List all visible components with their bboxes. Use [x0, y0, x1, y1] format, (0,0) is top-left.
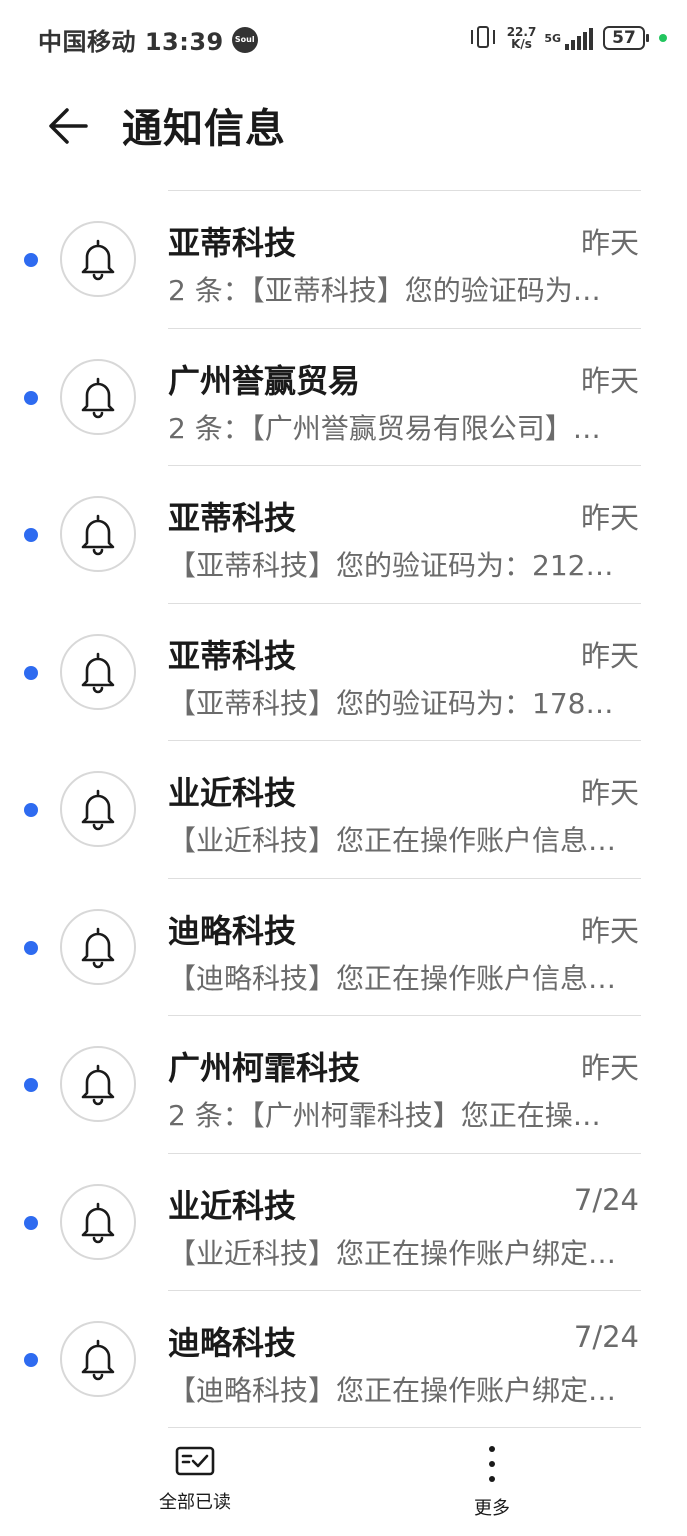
notification-item[interactable]: 广州誉赢贸易 昨天 2 条：【广州誉赢贸易有限公司】… — [0, 327, 687, 466]
row-divider — [168, 1152, 641, 1154]
sender-name: 业近科技 — [168, 774, 297, 812]
row-divider — [168, 465, 641, 466]
message-time: 7/24 — [573, 1320, 639, 1354]
message-preview: 【迪略科技】您正在操作账户信息… — [168, 961, 617, 995]
sender-name: 亚蒂科技 — [168, 499, 297, 537]
notification-item[interactable]: 业近科技 7/24 【业近科技】您正在操作账户绑定… — [0, 1152, 687, 1291]
sender-name: 迪略科技 — [168, 1324, 297, 1362]
bell-icon — [81, 1339, 115, 1381]
sender-name: 亚蒂科技 — [168, 636, 297, 675]
notification-item[interactable]: 亚蒂科技 昨天 2 条：【亚蒂科技】您的验证码为… — [0, 190, 687, 328]
message-preview: 【业近科技】您正在操作账户信息… — [168, 824, 617, 857]
privacy-indicator-dot — [659, 34, 667, 42]
status-bar: 中国移动 13:39 Soul 22.7 K/s 5G 57 — [0, 0, 687, 80]
status-left: 中国移动 13:39 Soul — [38, 22, 258, 57]
bell-icon — [81, 1202, 115, 1243]
status-right: 22.7 K/s 5G 57 — [469, 24, 667, 52]
message-time: 昨天 — [580, 501, 639, 535]
notification-list: 亚蒂科技 昨天 2 条：【亚蒂科技】您的验证码为… 广州誉赢贸易 昨天 2 条：【广州誉赢… — [0, 190, 687, 1428]
back-button[interactable] — [46, 104, 92, 148]
vibrate-icon — [469, 24, 499, 52]
bell-icon — [81, 377, 115, 418]
network-speed: 22.7 K/s — [506, 25, 537, 51]
message-preview: 【亚蒂科技】您的验证码为：212… — [168, 549, 614, 582]
soul-app-icon: Soul — [231, 26, 258, 53]
sender-avatar — [60, 771, 136, 847]
sender-avatar — [60, 1183, 136, 1260]
more-button[interactable]: 更多 — [432, 1444, 552, 1520]
message-time: 昨天 — [580, 776, 639, 810]
message-time: 昨天 — [580, 913, 639, 948]
row-divider — [168, 740, 641, 741]
message-time: 昨天 — [580, 638, 639, 673]
unread-dot — [24, 803, 38, 817]
sender-avatar — [60, 908, 136, 985]
notification-item[interactable]: 亚蒂科技 昨天【亚蒂科技】您的验证码为：178… — [0, 602, 687, 741]
bell-icon — [81, 927, 115, 968]
message-time: 昨天 — [580, 226, 639, 260]
unread-dot — [24, 253, 38, 267]
unread-dot — [24, 1078, 38, 1092]
sender-avatar — [60, 1321, 136, 1397]
notification-item[interactable]: 亚蒂科技 昨天【亚蒂科技】您的验证码为：212… — [0, 465, 687, 603]
sender-avatar — [60, 633, 136, 710]
sender-name: 广州誉赢贸易 — [168, 361, 361, 400]
mark-all-read-label: 全部已读 — [159, 1492, 231, 1513]
notification-item[interactable]: 迪略科技 7/24 【迪略科技】您正在操作账户绑定… — [0, 1290, 687, 1428]
bell-icon — [81, 1064, 115, 1106]
row-divider — [168, 327, 641, 329]
message-time: 昨天 — [580, 363, 639, 398]
unread-dot — [24, 940, 38, 955]
message-preview: 【业近科技】您正在操作账户绑定… — [168, 1236, 617, 1270]
message-preview: 2 条：【亚蒂科技】您的验证码为… — [168, 274, 601, 307]
signal-icon — [563, 26, 593, 50]
page-title: 通知信息 — [122, 106, 286, 152]
sender-name: 广州柯霏科技 — [168, 1049, 361, 1087]
notification-item[interactable]: 广州柯霏科技 昨天 2 条：【广州柯霏科技】您正在操… — [0, 1015, 687, 1153]
app-header: 通知信息 — [0, 86, 687, 166]
network-type: 5G — [544, 31, 561, 45]
list-divider — [168, 1427, 641, 1428]
message-preview: 2 条：【广州柯霏科技】您正在操… — [168, 1099, 601, 1132]
mark-all-read-button[interactable]: 全部已读 — [135, 1444, 255, 1514]
sender-avatar — [60, 221, 136, 297]
unread-dot — [24, 528, 38, 542]
carrier-time: 中国移动 13:39 — [38, 28, 224, 56]
mark-read-icon — [175, 1446, 215, 1476]
row-divider — [168, 190, 641, 191]
bell-icon — [81, 514, 115, 556]
unread-dot — [24, 665, 38, 680]
message-time: 昨天 — [580, 1051, 639, 1085]
sender-name: 亚蒂科技 — [168, 224, 297, 262]
more-vertical-icon — [489, 1446, 495, 1482]
message-time: 7/24 — [573, 1182, 639, 1217]
bell-icon — [81, 789, 115, 831]
sender-name: 迪略科技 — [168, 911, 297, 950]
row-divider — [168, 1290, 641, 1291]
row-divider — [168, 877, 641, 879]
battery-level: 57 — [612, 28, 636, 48]
notification-item[interactable]: 迪略科技 昨天【迪略科技】您正在操作账户信息… — [0, 877, 687, 1016]
message-preview: 2 条：【广州誉赢贸易有限公司】… — [168, 411, 601, 445]
battery-icon: 57 — [603, 26, 649, 50]
unread-dot — [24, 1353, 38, 1367]
more-label: 更多 — [474, 1498, 510, 1519]
sender-avatar — [60, 358, 136, 435]
message-preview: 【亚蒂科技】您的验证码为：178… — [168, 686, 614, 720]
unread-dot — [24, 1215, 38, 1230]
sender-name: 业近科技 — [168, 1186, 297, 1225]
arrow-left-icon — [49, 108, 88, 144]
row-divider — [168, 1015, 641, 1016]
unread-dot — [24, 390, 38, 405]
message-preview: 【迪略科技】您正在操作账户绑定… — [168, 1374, 617, 1407]
sender-avatar — [60, 1046, 136, 1122]
notification-item[interactable]: 业近科技 昨天【业近科技】您正在操作账户信息… — [0, 740, 687, 878]
bell-icon — [81, 239, 115, 281]
bottom-toolbar: 全部已读 更多 — [0, 1432, 687, 1536]
sender-avatar — [60, 496, 136, 572]
bell-icon — [81, 652, 115, 693]
row-divider — [168, 602, 641, 604]
